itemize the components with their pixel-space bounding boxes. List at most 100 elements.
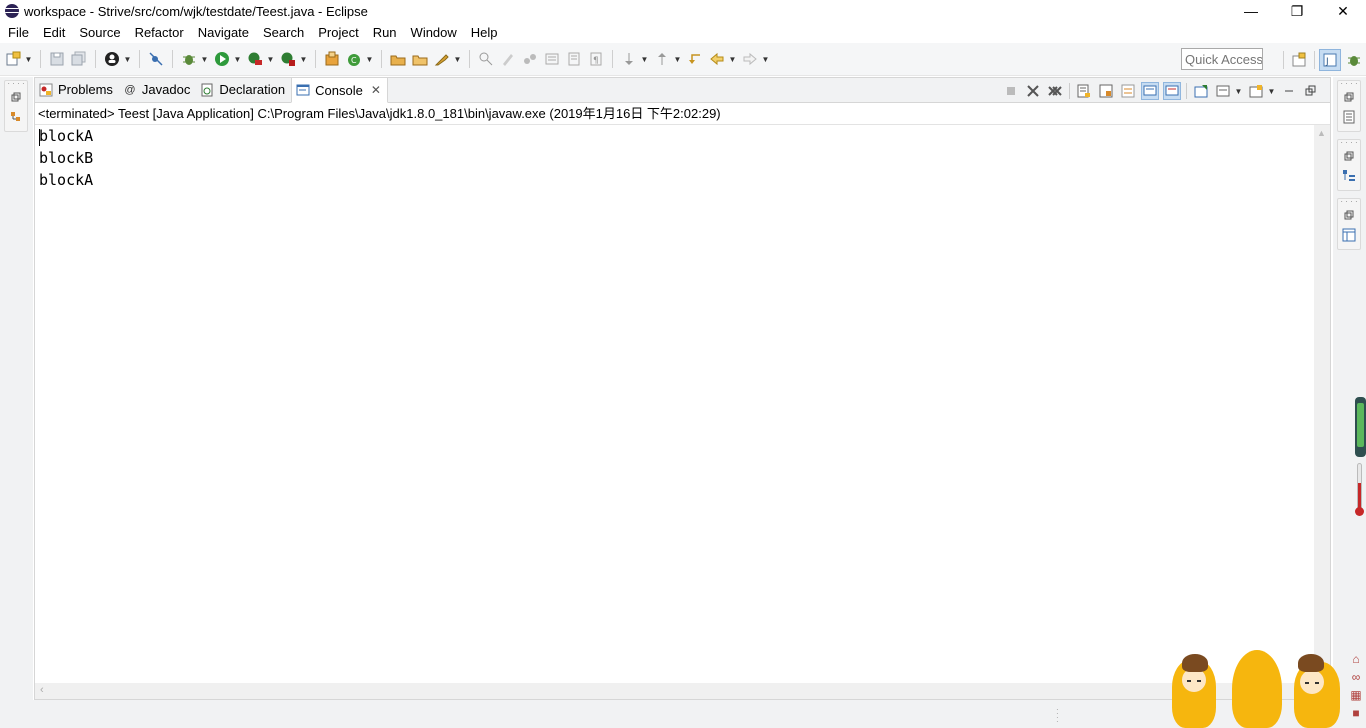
profile-dropdown-icon[interactable]: ▼ (123, 50, 132, 68)
profile-icon[interactable] (103, 50, 121, 68)
tab-javadoc[interactable]: @ Javadoc (119, 77, 196, 102)
scroll-left-icon[interactable]: ‹ (40, 684, 44, 696)
restore-icon[interactable] (1338, 205, 1360, 225)
widget-home-icon[interactable]: ⌂ (1348, 650, 1364, 668)
minimize-view-icon[interactable] (1280, 82, 1298, 100)
toolbar-separator (172, 50, 173, 68)
restore-icon[interactable] (1338, 146, 1360, 166)
tab-console[interactable]: Console ✕ (291, 77, 388, 103)
menu-refactor[interactable]: Refactor (128, 22, 191, 43)
save-all-icon[interactable] (70, 50, 88, 68)
forward-dropdown-icon[interactable]: ▼ (761, 50, 770, 68)
back-icon[interactable] (708, 50, 726, 68)
new-dropdown-icon[interactable]: ▼ (24, 50, 33, 68)
remove-all-terminated-icon[interactable] (1046, 82, 1064, 100)
menu-edit[interactable]: Edit (36, 22, 72, 43)
search-icon[interactable] (433, 50, 451, 68)
save-icon[interactable] (48, 50, 66, 68)
last-edit-icon[interactable] (686, 50, 704, 68)
next-annotation-dropdown-icon[interactable]: ▼ (640, 50, 649, 68)
menu-navigate[interactable]: Navigate (191, 22, 256, 43)
menu-run[interactable]: Run (366, 22, 404, 43)
run-icon[interactable] (213, 50, 231, 68)
menu-help[interactable]: Help (464, 22, 505, 43)
new-class-dropdown-icon[interactable]: ▼ (365, 50, 374, 68)
annotation-icon[interactable] (477, 50, 495, 68)
scroll-up-icon[interactable]: ▲ (1317, 128, 1326, 138)
new-class-icon[interactable]: C (345, 50, 363, 68)
package-explorer-icon[interactable] (5, 107, 27, 127)
task-list-icon[interactable] (1338, 107, 1360, 127)
external-tools-icon[interactable] (279, 50, 297, 68)
view-icon[interactable] (1338, 225, 1360, 245)
coverage-icon[interactable] (246, 50, 264, 68)
tab-problems[interactable]: Problems (35, 77, 119, 102)
horizontal-scrollbar[interactable]: ‹ (35, 683, 1315, 699)
back-dropdown-icon[interactable]: ▼ (728, 50, 737, 68)
console-output[interactable]: blockA blockB blockA (35, 125, 1315, 683)
block-selection-icon[interactable] (543, 50, 561, 68)
open-task-icon[interactable] (411, 50, 429, 68)
widget-grid-icon[interactable]: ▦ (1348, 686, 1364, 704)
trim-dots: · · · · (1340, 197, 1358, 206)
paragraph-icon[interactable]: ¶ (587, 50, 605, 68)
open-type-icon[interactable] (389, 50, 407, 68)
tab-declaration[interactable]: Declaration (196, 77, 291, 102)
menu-project[interactable]: Project (311, 22, 365, 43)
debug-perspective-icon[interactable] (1343, 49, 1365, 71)
scroll-lock-icon[interactable] (1097, 82, 1115, 100)
word-wrap-icon[interactable] (1119, 82, 1137, 100)
search-dropdown-icon[interactable]: ▼ (453, 50, 462, 68)
outline-icon[interactable] (1338, 166, 1360, 186)
open-console-icon[interactable] (1247, 82, 1265, 100)
forward-icon[interactable] (741, 50, 759, 68)
show-whitespace-icon[interactable] (565, 50, 583, 68)
java-perspective-icon[interactable]: J (1319, 48, 1341, 71)
eclipse-logo-icon (5, 4, 19, 18)
svg-text:¶: ¶ (593, 56, 599, 66)
new-icon[interactable] (4, 50, 22, 68)
close-button[interactable]: ✕ (1320, 0, 1366, 22)
restore-icon[interactable] (1338, 87, 1360, 107)
widget-link-icon[interactable]: ∞ (1348, 668, 1364, 686)
minimize-button[interactable]: — (1228, 0, 1274, 22)
restore-icon[interactable] (5, 87, 27, 107)
menu-window[interactable]: Window (404, 22, 464, 43)
previous-annotation-icon[interactable] (653, 50, 671, 68)
previous-annotation-dropdown-icon[interactable]: ▼ (673, 50, 682, 68)
toggle-mark-icon[interactable] (499, 50, 517, 68)
toolbar-separator (315, 50, 316, 68)
pin-console-icon[interactable] (1192, 82, 1210, 100)
run-dropdown-icon[interactable]: ▼ (233, 50, 242, 68)
toolbar-separator (1283, 50, 1284, 69)
debug-dropdown-icon[interactable]: ▼ (200, 50, 209, 68)
terminate-icon[interactable] (1002, 82, 1020, 100)
toolbar-separator (469, 50, 470, 68)
javadoc-icon: @ (124, 83, 136, 96)
open-perspective-icon[interactable] (1288, 49, 1310, 71)
menu-search[interactable]: Search (256, 22, 311, 43)
vertical-scrollbar[interactable]: ▲ (1314, 125, 1330, 683)
widget-gift-icon[interactable]: ■ (1348, 704, 1364, 722)
show-console-on-stderr-icon[interactable] (1163, 82, 1181, 100)
skip-breakpoints-icon[interactable] (147, 50, 165, 68)
quick-access-input[interactable] (1181, 48, 1263, 70)
console-view: Problems @ Javadoc Declaration Console ✕ (34, 77, 1331, 700)
toggle-breadcrumb-icon[interactable] (521, 50, 539, 68)
close-tab-icon[interactable]: ✕ (371, 83, 381, 97)
menu-file[interactable]: File (0, 22, 36, 43)
debug-icon[interactable] (180, 50, 198, 68)
open-console-dropdown-icon[interactable]: ▼ (1267, 82, 1276, 100)
show-console-on-stdout-icon[interactable] (1141, 82, 1159, 100)
display-selected-console-icon[interactable] (1214, 82, 1232, 100)
display-console-dropdown-icon[interactable]: ▼ (1234, 82, 1243, 100)
next-annotation-icon[interactable] (620, 50, 638, 68)
external-tools-dropdown-icon[interactable]: ▼ (299, 50, 308, 68)
new-java-project-icon[interactable] (323, 50, 341, 68)
remove-launch-icon[interactable] (1024, 82, 1042, 100)
maximize-view-icon[interactable] (1302, 82, 1320, 100)
maximize-button[interactable]: ❐ (1274, 0, 1320, 22)
coverage-dropdown-icon[interactable]: ▼ (266, 50, 275, 68)
menu-source[interactable]: Source (72, 22, 127, 43)
clear-console-icon[interactable] (1075, 82, 1093, 100)
